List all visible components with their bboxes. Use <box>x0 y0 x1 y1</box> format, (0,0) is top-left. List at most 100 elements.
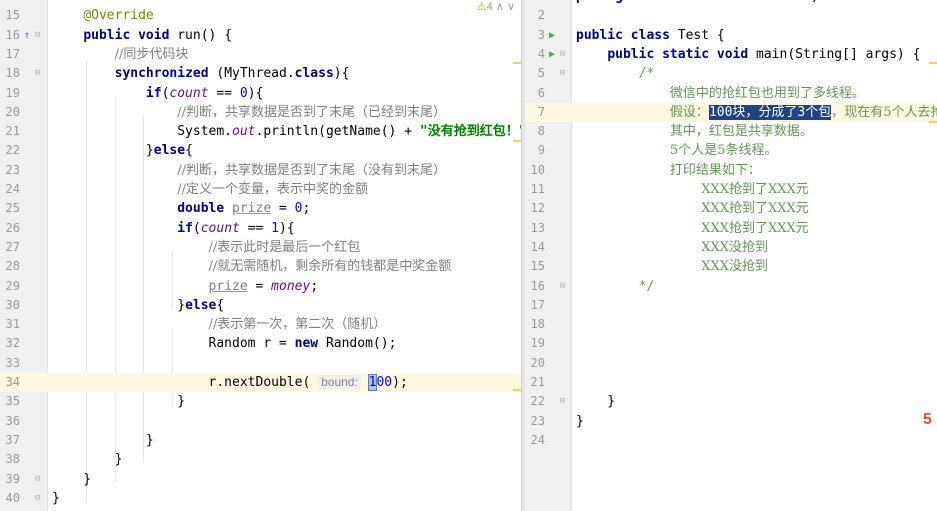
chevron-down-icon[interactable]: ∨ <box>507 1 515 13</box>
code-line[interactable]: 10 打印结果如下： <box>525 161 937 180</box>
fold-toggle-icon[interactable]: ⊟ <box>557 281 568 292</box>
code-line[interactable]: 6 微信中的抢红包也用到了多线程。 <box>525 84 937 103</box>
code-text: } <box>576 392 615 411</box>
code-line[interactable]: 21 <box>525 373 937 392</box>
code-text: } <box>52 450 123 469</box>
run-gutter-icon[interactable]: ▶ <box>549 29 555 42</box>
code-text: //就无需随机，剩余所有的钱都是中奖金额 <box>52 257 452 276</box>
code-line[interactable]: 20 <box>525 354 937 373</box>
code-token: { <box>185 143 193 159</box>
code-line[interactable]: 13 XXX抢到了XXX元 <box>525 219 937 238</box>
code-line[interactable]: 14 XXX没抢到 <box>525 238 937 257</box>
code-token: } <box>52 394 186 410</box>
code-token: = <box>271 201 295 217</box>
code-line[interactable]: 17 <box>525 296 937 315</box>
html5-badge-icon: 5 <box>923 411 932 428</box>
chevron-up-icon[interactable]: ∧ <box>496 1 504 13</box>
code-line[interactable]: 36 <box>0 412 521 431</box>
line-number: 19 <box>5 85 20 100</box>
line-number: 33 <box>5 355 20 370</box>
code-line[interactable]: 17 //同步代码块 <box>0 45 521 64</box>
code-line[interactable]: 19 if(count == 0){ <box>0 84 521 103</box>
left-editor-pane[interactable]: 1415 @Override16⊟↑ public void run() {17… <box>0 0 521 511</box>
fold-toggle-icon[interactable]: ⊟ <box>32 68 43 79</box>
code-line[interactable]: 9 5个人是5条线程。 <box>525 141 937 160</box>
code-line[interactable]: 22 ⊟ } <box>525 392 937 411</box>
line-number: 16 <box>5 27 20 42</box>
code-line[interactable]: 24 <box>525 431 937 450</box>
code-line[interactable]: 23} <box>525 412 937 431</box>
code-line[interactable]: 11 XXX抢到了XXX元 <box>525 180 937 199</box>
code-line[interactable]: 19 <box>525 334 937 353</box>
code-line[interactable]: 26 if(count == 1){ <box>0 219 521 238</box>
line-number: 30 <box>5 297 20 312</box>
code-line[interactable]: 22 }else{ <box>0 141 521 160</box>
code-token: = <box>247 278 272 294</box>
code-token: class <box>294 66 334 82</box>
line-number: 29 <box>5 278 20 293</box>
code-text: //表示第一次，第二次（随机） <box>52 315 387 334</box>
code-line[interactable]: 16 ⊟ */ <box>525 277 937 296</box>
code-token: count <box>169 85 209 101</box>
code-line[interactable]: 34 r.nextDouble( bound: 100); <box>0 373 521 393</box>
line-number: 34 <box>5 375 20 389</box>
code-token: package <box>576 0 631 4</box>
fold-toggle-icon[interactable]: ⊟ <box>32 30 43 41</box>
code-line[interactable]: 15 XXX没抢到 <box>525 257 937 276</box>
override-marker-icon[interactable]: ↑ <box>24 29 30 42</box>
fold-toggle-icon[interactable]: ⊟ <box>557 68 568 79</box>
fold-toggle-icon[interactable]: ⊟ <box>32 493 43 504</box>
code-line[interactable]: 18 <box>525 315 937 334</box>
code-line[interactable]: 4 ⊟ ▶ public static void main(String[] arg… <box>525 45 937 64</box>
code-line[interactable]: 30 }else{ <box>0 296 521 315</box>
code-line[interactable]: 40 ⊟} <box>0 489 521 508</box>
run-gutter-icon[interactable]: ▶ <box>549 48 555 61</box>
code-line[interactable]: 25 double prize = 0; <box>0 199 521 218</box>
code-token: //就无需随机，剩余所有的钱都是中奖金额 <box>208 259 452 275</box>
code-line[interactable]: 32 Random r = new Random(); <box>0 334 521 353</box>
fold-toggle-icon[interactable]: ⊟ <box>32 474 43 485</box>
code-text: //同步代码块 <box>52 45 189 64</box>
code-line[interactable]: 7 假设：100块，分成了3个包，现在有5个人去抢 <box>525 102 937 123</box>
code-line[interactable]: 35 } <box>0 392 521 411</box>
code-line[interactable]: 31 //表示第一次，第二次（随机） <box>0 315 521 334</box>
fold-toggle-icon[interactable]: ⊟ <box>557 49 568 60</box>
code-line[interactable]: 33 <box>0 354 521 373</box>
code-token: ); <box>392 375 408 390</box>
code-token: XXX抢到了XXX元 <box>701 220 809 236</box>
line-number: 28 <box>5 259 20 274</box>
fold-toggle-icon[interactable]: ⊟ <box>557 396 568 407</box>
code-line[interactable]: 29 prize = money; <box>0 277 521 296</box>
code-token: 1 <box>271 220 279 236</box>
code-line[interactable]: 21 System.out.println(getName() + "没有抢到红… <box>0 122 521 141</box>
code-line[interactable]: 39 ⊟ } <box>0 470 521 489</box>
inspection-status[interactable]: ⚠4 ∧ ∨ <box>477 0 515 13</box>
code-line[interactable]: 20 //判断，共享数据是否到了末尾（已经到末尾） <box>0 103 521 122</box>
code-token: */ <box>638 278 655 294</box>
code-line[interactable]: 15 @Override <box>0 6 521 25</box>
code-line[interactable]: 28 //就无需随机，剩余所有的钱都是中奖金额 <box>0 257 521 276</box>
line-number: 11 <box>530 182 545 196</box>
code-line[interactable]: 12 XXX抢到了XXX元 <box>525 199 937 218</box>
code-line[interactable]: 2 <box>525 6 937 25</box>
code-text: if(count == 0){ <box>52 84 263 103</box>
code-line[interactable]: 27 //表示此时是最后一个红包 <box>0 238 521 257</box>
code-token: Random(); <box>318 336 397 352</box>
code-line[interactable]: 23 //判断，共享数据是否到了末尾（没有到末尾） <box>0 161 521 180</box>
code-line[interactable]: 5 ⊟ /* <box>525 64 937 83</box>
code-line[interactable]: 38 } <box>0 450 521 469</box>
code-line[interactable]: 16 ⊟ ↑ public void run() { <box>0 26 521 45</box>
code-text: 打印结果如下： <box>576 161 761 180</box>
scroll-marker <box>513 62 521 64</box>
code-line[interactable]: 37 } <box>0 431 521 450</box>
code-line[interactable]: 18 ⊟ synchronized (MyThread.class){ <box>0 64 521 83</box>
code-line[interactable]: 8 其中，红包是共享数据。 <box>525 122 937 141</box>
right-editor-pane[interactable]: 1package com.itheima.test4case1;23▶publi… <box>525 0 937 511</box>
code-line[interactable]: 3 ▶ public class Test { <box>525 26 937 45</box>
code-line[interactable]: 24 //定义一个变量，表示中奖的金额 <box>0 180 521 199</box>
